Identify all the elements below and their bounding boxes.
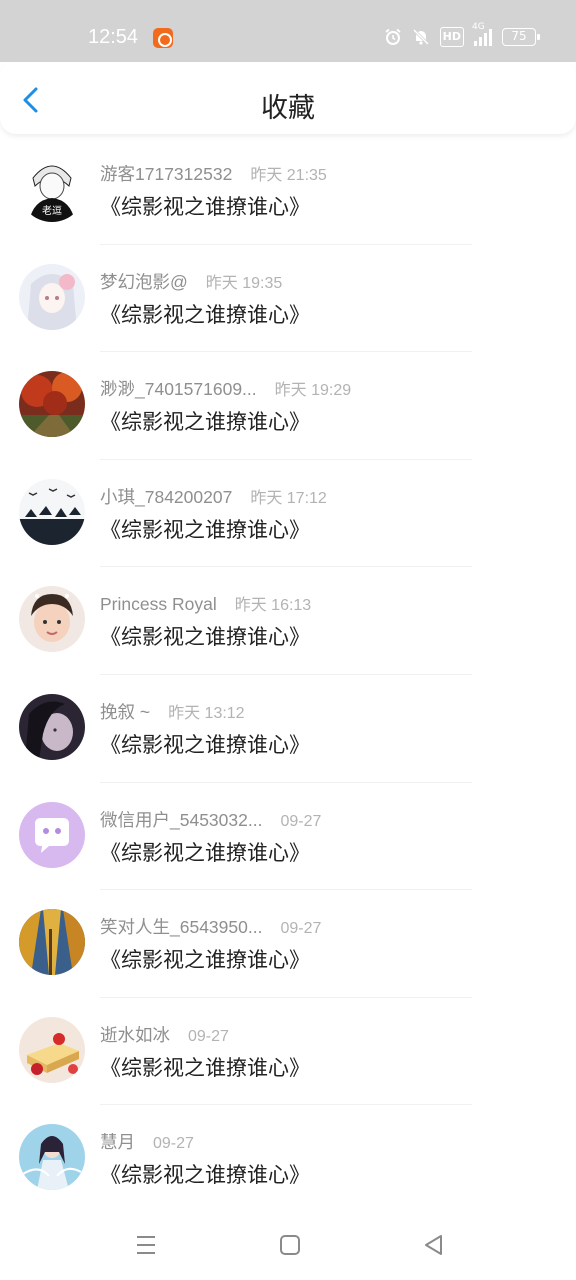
- item-meta: 小琪_784200207 昨天 17:12: [100, 484, 327, 509]
- username: 挽叙 ~: [100, 701, 151, 722]
- status-time: 12:54: [88, 26, 139, 48]
- timestamp: 昨天 19:29: [274, 382, 352, 400]
- item-meta: 渺渺_7401571609... 昨天 19:29: [100, 376, 351, 401]
- item-meta: Princess Royal 昨天 16:13: [100, 591, 311, 615]
- list-item[interactable]: 微信用户_5453032... 09-27 《综影视之谁撩谁心》: [0, 783, 576, 891]
- page-title: 收藏: [261, 93, 315, 124]
- timestamp: 昨天 17:12: [250, 489, 327, 507]
- user-avatar[interactable]: [19, 1124, 85, 1191]
- username: 微信用户_5453032...: [100, 809, 263, 830]
- user-avatar[interactable]: [19, 1016, 85, 1083]
- user-avatar[interactable]: [19, 909, 85, 976]
- username: 梦幻泡影@: [100, 271, 188, 292]
- item-title[interactable]: 《综影视之谁撩谁心》: [100, 621, 310, 651]
- timestamp: 昨天 19:35: [205, 274, 283, 292]
- user-avatar[interactable]: [19, 478, 85, 545]
- status-icons: HD 4G 75: [384, 22, 540, 47]
- alarm-icon: [385, 28, 401, 45]
- item-meta: 笑对人生_6543950... 09-27: [100, 914, 321, 939]
- item-title[interactable]: 《综影视之谁撩谁心》: [100, 1159, 310, 1189]
- timestamp: 昨天 21:35: [250, 167, 327, 184]
- item-title[interactable]: 《综影视之谁撩谁心》: [100, 514, 310, 544]
- item-meta: 慧月 09-27: [100, 1129, 194, 1154]
- user-avatar[interactable]: [19, 263, 85, 330]
- item-title[interactable]: 《综影视之谁撩谁心》: [100, 729, 310, 759]
- header-bar: 收藏: [0, 62, 576, 134]
- username: 游客1717312532: [100, 164, 233, 184]
- timestamp: 09-27: [280, 812, 322, 830]
- list-item[interactable]: Princess Royal 昨天 16:13 《综影视之谁撩谁心》: [0, 567, 576, 675]
- list-item[interactable]: 小琪_784200207 昨天 17:12 《综影视之谁撩谁心》: [0, 460, 576, 568]
- home-icon[interactable]: [277, 1232, 303, 1258]
- hd-icon: HD: [439, 27, 464, 47]
- item-title[interactable]: 《综影视之谁撩谁心》: [100, 837, 310, 867]
- timestamp: 09-27: [280, 920, 322, 938]
- bell-off-icon: [412, 28, 429, 46]
- item-meta: 游客1717312532 昨天 21:35: [100, 161, 327, 186]
- system-nav-bar: [0, 1210, 576, 1280]
- item-meta: 微信用户_5453032... 09-27: [100, 807, 321, 832]
- network-type: 4G: [472, 22, 485, 32]
- user-avatar[interactable]: [19, 693, 85, 760]
- list-item[interactable]: 逝水如冰 09-27 《综影视之谁撩谁心》: [0, 998, 576, 1106]
- username: 逝水如冰: [100, 1024, 170, 1045]
- timestamp: 昨天 16:13: [234, 597, 312, 615]
- user-avatar[interactable]: [19, 586, 85, 653]
- item-title[interactable]: 《综影视之谁撩谁心》: [100, 944, 310, 974]
- username: 笑对人生_6543950...: [100, 917, 263, 938]
- timestamp: 09-27: [153, 1135, 194, 1153]
- timestamp: 昨天 13:12: [168, 704, 245, 722]
- svg-text:老逗: 老逗: [42, 204, 62, 217]
- status-bar: 12:54 HD 4G 75: [0, 0, 576, 62]
- list-item[interactable]: 梦幻泡影@ 昨天 19:35 《综影视之谁撩谁心》: [0, 245, 576, 353]
- item-meta: 挽叙 ~ 昨天 13:12: [100, 699, 245, 724]
- username: Princess Royal: [100, 594, 217, 615]
- list-item[interactable]: 笑对人生_6543950... 09-27 《综影视之谁撩谁心》: [0, 890, 576, 998]
- item-meta: 梦幻泡影@ 昨天 19:35: [100, 269, 282, 294]
- list-item[interactable]: 渺渺_7401571609... 昨天 19:29 《综影视之谁撩谁心》: [0, 352, 576, 460]
- timestamp: 09-27: [188, 1027, 229, 1045]
- menu-icon[interactable]: [133, 1232, 159, 1258]
- username: 小琪_784200207: [100, 486, 233, 507]
- item-title[interactable]: 《综影视之谁撩谁心》: [100, 406, 310, 436]
- list-item[interactable]: 挽叙 ~ 昨天 13:12 《综影视之谁撩谁心》: [0, 675, 576, 783]
- user-avatar[interactable]: 老逗: [19, 156, 85, 222]
- username: 慧月: [100, 1132, 135, 1153]
- back-triangle-icon[interactable]: [421, 1232, 447, 1258]
- item-title[interactable]: 《综影视之谁撩谁心》: [100, 191, 310, 221]
- user-avatar[interactable]: [19, 801, 85, 868]
- list-item[interactable]: 慧月 09-27 《综影视之谁撩谁心》: [0, 1105, 576, 1213]
- battery-icon: 75: [502, 28, 540, 46]
- user-avatar[interactable]: [19, 371, 85, 438]
- list-item[interactable]: 老逗 游客1717312532 昨天 21:35 《综影视之谁撩谁心》: [0, 137, 576, 245]
- signal-icon: 4G: [472, 22, 492, 46]
- favorites-list: 老逗 游客1717312532 昨天 21:35 《综影视之谁撩谁心》 梦幻泡影…: [0, 137, 576, 1213]
- username: 渺渺_7401571609...: [100, 379, 257, 400]
- app-notification-icon: [153, 28, 173, 48]
- item-meta: 逝水如冰 09-27: [100, 1022, 229, 1047]
- item-title[interactable]: 《综影视之谁撩谁心》: [100, 1052, 310, 1082]
- item-title[interactable]: 《综影视之谁撩谁心》: [100, 299, 310, 329]
